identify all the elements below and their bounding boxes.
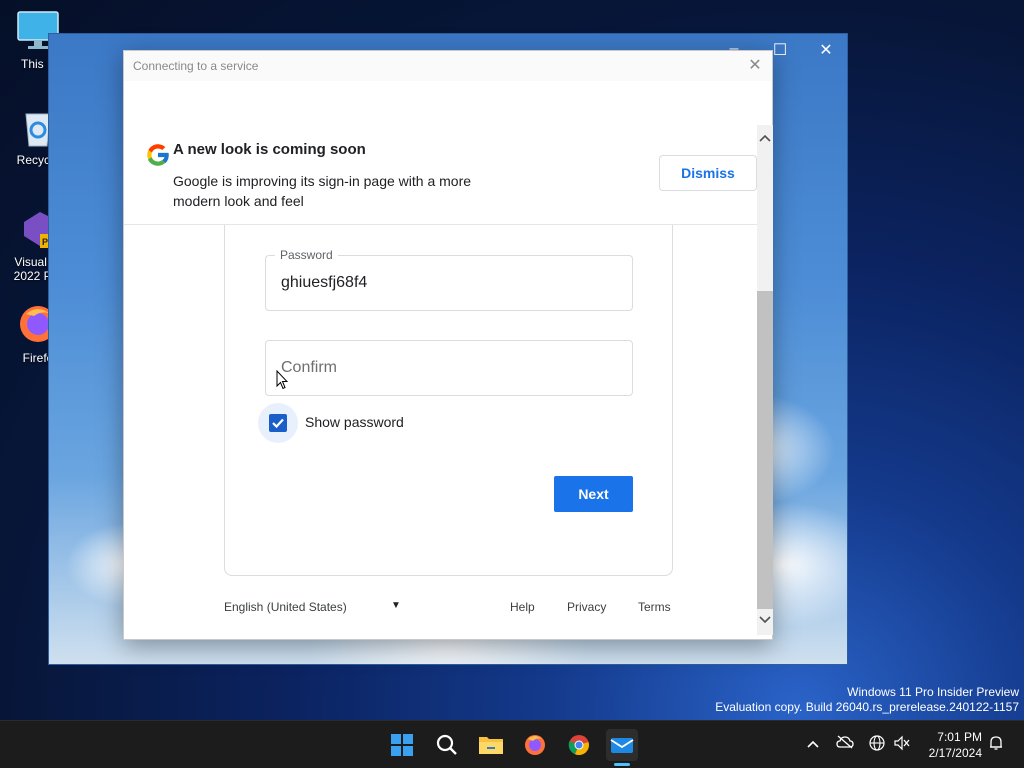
password-input[interactable] <box>281 256 621 310</box>
scrollbar-thumb[interactable] <box>757 291 773 609</box>
watermark-line-2: Evaluation copy. Build 26040.rs_prerelea… <box>715 700 1019 714</box>
watermark-line-1: Windows 11 Pro Insider Preview <box>847 685 1019 699</box>
chrome-icon[interactable] <box>563 729 595 761</box>
dialog-footer: English (United States) ▼ Help Privacy T… <box>224 600 673 620</box>
banner-title: A new look is coming soon <box>173 141 366 158</box>
search-icon[interactable] <box>431 729 463 761</box>
google-logo-icon <box>144 141 172 169</box>
show-password-label[interactable]: Show password <box>305 414 404 430</box>
sign-in-card: Password Show password Next <box>224 225 673 576</box>
file-explorer-icon[interactable] <box>475 729 507 761</box>
active-app-indicator <box>614 763 630 766</box>
volume-muted-icon[interactable] <box>892 735 912 754</box>
dialog-title: Connecting to a service <box>133 59 259 73</box>
close-icon[interactable]: ✕ <box>746 55 764 75</box>
connecting-dialog: Connecting to a service ✕ A new look is … <box>123 50 773 640</box>
scroll-up-arrow-icon[interactable] <box>757 133 773 145</box>
windows-watermark: Windows 11 Pro Insider Preview Evaluatio… <box>715 685 1019 715</box>
new-look-banner: A new look is coming soon Google is impr… <box>124 125 757 225</box>
clock-date: 2/17/2024 <box>928 746 982 760</box>
show-password-checkbox[interactable] <box>269 414 287 432</box>
mouse-cursor-icon <box>276 369 289 390</box>
help-link[interactable]: Help <box>510 600 535 614</box>
clock-time: 7:01 PM <box>937 730 982 744</box>
scroll-down-arrow-icon[interactable] <box>757 615 773 627</box>
dialog-scrollbar[interactable] <box>757 125 773 635</box>
terms-link[interactable]: Terms <box>638 600 671 614</box>
confirm-field[interactable] <box>265 340 633 396</box>
firefox-icon[interactable] <box>519 729 551 761</box>
confirm-input[interactable] <box>281 341 621 395</box>
next-button[interactable]: Next <box>554 476 633 512</box>
privacy-link[interactable]: Privacy <box>567 600 606 614</box>
close-window-icon[interactable]: ✕ <box>811 40 841 60</box>
dropdown-caret-icon[interactable]: ▼ <box>391 600 401 611</box>
start-icon[interactable] <box>386 729 418 761</box>
show-hidden-icons-chevron-icon[interactable] <box>803 735 823 751</box>
notification-bell-icon[interactable] <box>986 735 1006 754</box>
dialog-titlebar: Connecting to a service ✕ <box>124 51 772 81</box>
taskbar-clock[interactable]: 7:01 PM 2/17/2024 <box>918 729 982 761</box>
network-globe-icon[interactable] <box>867 735 887 754</box>
banner-text: Google is improving its sign-in page wit… <box>173 173 472 209</box>
onedrive-offline-icon[interactable] <box>835 735 855 752</box>
mail-icon[interactable] <box>606 729 638 761</box>
password-field[interactable]: Password <box>265 248 633 311</box>
dismiss-button[interactable]: Dismiss <box>659 155 757 191</box>
language-selector[interactable]: English (United States) <box>224 600 347 614</box>
taskbar: 7:01 PM 2/17/2024 <box>0 720 1024 768</box>
